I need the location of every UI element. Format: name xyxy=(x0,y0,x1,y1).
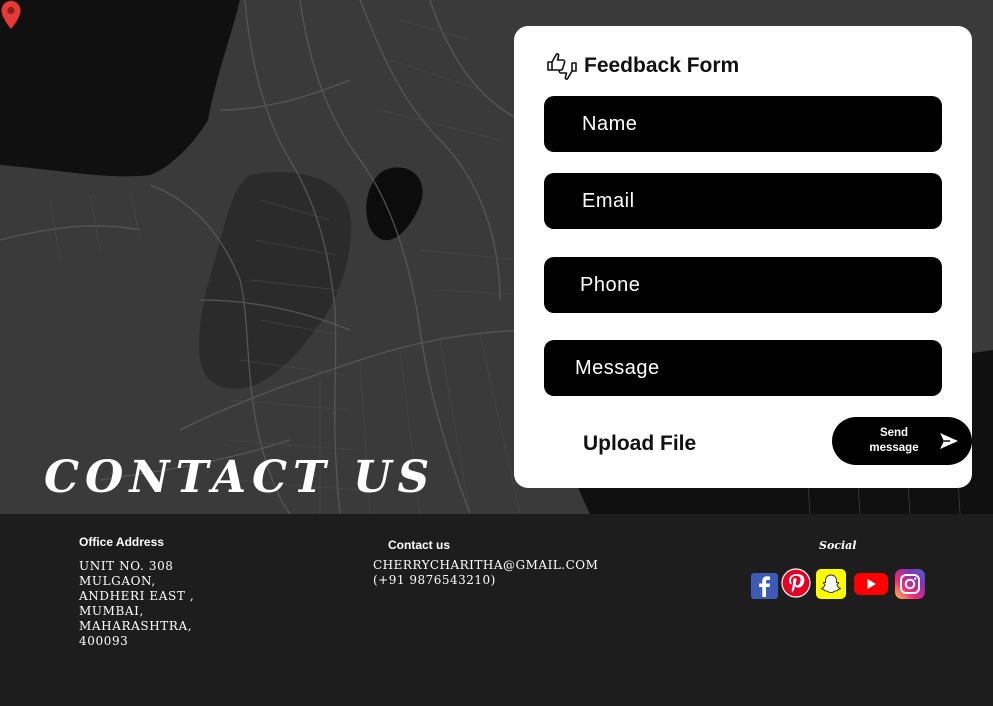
instagram-icon[interactable] xyxy=(895,569,925,599)
youtube-icon[interactable] xyxy=(854,571,888,597)
social-heading: Social xyxy=(819,539,857,552)
page-title: Contact us xyxy=(44,452,436,503)
social-links xyxy=(751,568,925,599)
contact-heading: Contact us xyxy=(388,538,451,552)
phone-field[interactable]: Phone xyxy=(544,257,942,313)
snapchat-icon[interactable] xyxy=(816,569,846,599)
form-header: Feedback Form xyxy=(546,50,739,82)
name-field[interactable]: Name xyxy=(544,96,942,152)
send-icon xyxy=(940,433,958,449)
contact-email-link[interactable]: cherrycharitha@gmail.com xyxy=(373,558,598,572)
send-button-label: Send message xyxy=(856,426,932,456)
send-label-line2: message xyxy=(869,442,919,454)
facebook-icon[interactable] xyxy=(751,573,778,599)
email-field[interactable]: Email xyxy=(544,173,942,229)
pinterest-icon[interactable] xyxy=(781,568,811,598)
name-field-placeholder: Name xyxy=(582,112,638,135)
feedback-form: Feedback Form Name Email Phone Message U… xyxy=(514,26,972,488)
form-title: Feedback Form xyxy=(584,54,740,77)
location-pin-icon[interactable] xyxy=(0,0,22,30)
footer: Office Address Unit No. 308 Mulgaon, And… xyxy=(0,514,993,706)
message-field[interactable]: Message xyxy=(544,340,942,396)
phone-field-placeholder: Phone xyxy=(580,273,641,296)
office-address-heading: Office Address xyxy=(79,535,164,549)
send-label-line1: Send xyxy=(879,427,909,439)
contact-phone: (+91 9876543210) xyxy=(373,573,496,587)
office-address: Unit No. 308 Mulgaon, Andheri East , Mum… xyxy=(79,559,195,648)
send-message-button[interactable]: Send message xyxy=(832,417,972,465)
thumbs-up-down-icon xyxy=(547,53,577,80)
upload-file-button[interactable]: Upload File xyxy=(583,432,696,456)
contact-page: Contact us Feedback Form Name Email Phon… xyxy=(0,0,993,706)
message-field-placeholder: Message xyxy=(575,356,660,379)
email-field-placeholder: Email xyxy=(582,189,635,212)
